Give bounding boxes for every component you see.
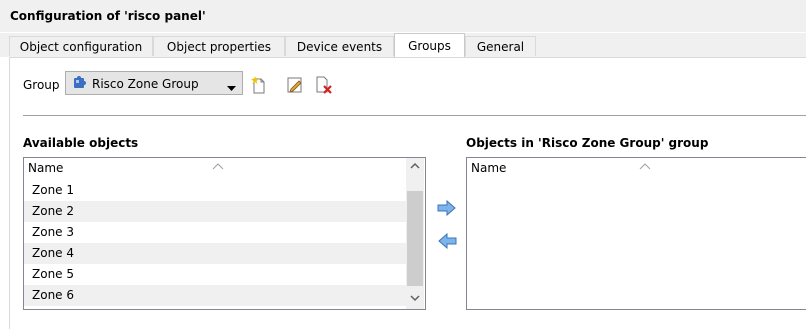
- list-item[interactable]: Zone 4: [24, 243, 406, 264]
- edit-group-icon[interactable]: [286, 76, 304, 97]
- new-group-icon[interactable]: [251, 76, 267, 97]
- available-objects-list[interactable]: Name Zone 1 Zone 2 Zone 3 Zone 4 Zone 5 …: [23, 157, 426, 310]
- move-left-arrow-icon[interactable]: [437, 232, 457, 252]
- group-objects-list[interactable]: Name: [466, 157, 806, 310]
- column-header-name[interactable]: Name: [467, 158, 806, 178]
- list-item[interactable]: Zone 2: [24, 201, 406, 222]
- vertical-scrollbar[interactable]: [406, 158, 424, 309]
- section-divider: [23, 115, 806, 116]
- group-objects-title: Objects in 'Risco Zone Group' group: [466, 136, 709, 150]
- tab-object-configuration[interactable]: Object configuration: [9, 36, 153, 56]
- group-select-value: Risco Zone Group: [92, 77, 199, 91]
- list-item[interactable]: Zone 5: [24, 264, 406, 285]
- move-right-arrow-icon[interactable]: [437, 199, 457, 219]
- tab-device-events[interactable]: Device events: [285, 36, 394, 56]
- available-objects-title: Available objects: [23, 136, 139, 150]
- tab-groups[interactable]: Groups: [394, 33, 465, 58]
- chevron-down-icon: [227, 81, 236, 95]
- window-header: Configuration of 'risco panel': [0, 0, 806, 32]
- delete-group-icon[interactable]: [315, 76, 333, 97]
- sort-ascending-icon: [212, 158, 224, 176]
- scroll-up-icon[interactable]: [406, 158, 424, 175]
- list-item[interactable]: Zone 3: [24, 222, 406, 243]
- list-item[interactable]: Zone 6: [24, 285, 406, 306]
- group-label: Group: [23, 78, 60, 92]
- column-header-label: Name: [471, 161, 507, 175]
- tab-general[interactable]: General: [465, 36, 536, 56]
- scroll-thumb[interactable]: [407, 191, 423, 286]
- group-select[interactable]: Risco Zone Group: [65, 71, 243, 95]
- list-item[interactable]: Zone 1: [24, 180, 406, 201]
- column-header-label: Name: [28, 161, 64, 175]
- puzzle-icon: [71, 75, 87, 94]
- window-title: Configuration of 'risco panel': [10, 9, 206, 23]
- scroll-down-icon[interactable]: [406, 290, 424, 307]
- sort-ascending-icon: [639, 158, 651, 176]
- column-header-name[interactable]: Name: [24, 158, 425, 178]
- tab-object-properties[interactable]: Object properties: [153, 36, 285, 56]
